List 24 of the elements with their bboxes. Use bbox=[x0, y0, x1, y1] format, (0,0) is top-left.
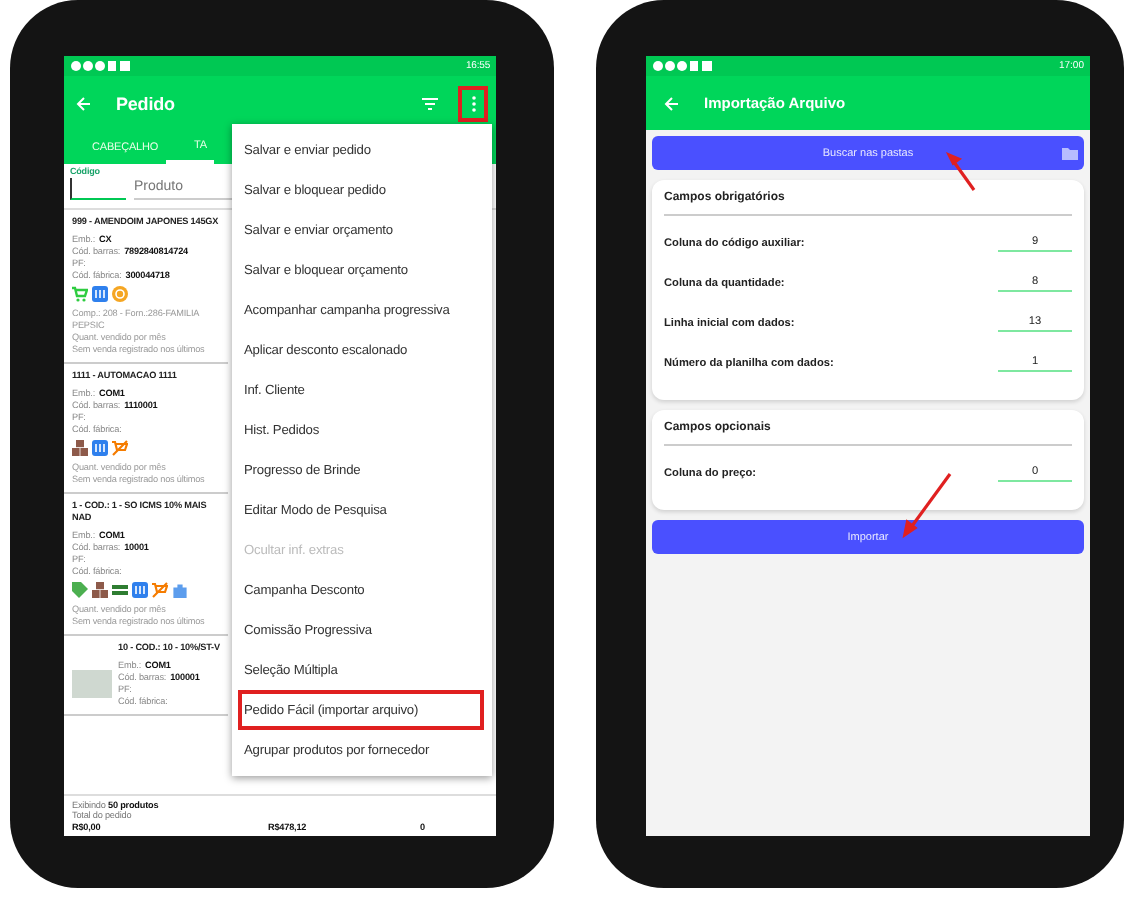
filter-icon[interactable] bbox=[422, 97, 438, 109]
book-icon bbox=[92, 440, 108, 456]
crossed-cart-icon bbox=[112, 440, 128, 456]
arrow-annotation bbox=[945, 152, 976, 191]
notification-icons-drawing bbox=[70, 60, 130, 72]
folder-icon bbox=[1062, 146, 1078, 160]
more-options-button[interactable] bbox=[462, 89, 484, 117]
back-arrow-icon[interactable] bbox=[76, 95, 92, 111]
notification-icons-drawing bbox=[652, 60, 712, 72]
tag-icon bbox=[72, 582, 88, 598]
crossed-cart-icon bbox=[152, 582, 168, 598]
stripes-icon bbox=[112, 582, 128, 598]
screen-title: Pedido bbox=[116, 93, 177, 113]
bag-icon bbox=[172, 582, 188, 598]
boxes-icon bbox=[72, 440, 88, 456]
code-field[interactable] bbox=[70, 178, 126, 200]
photo-placeholder bbox=[72, 670, 112, 698]
back-arrow-icon[interactable] bbox=[664, 95, 680, 111]
cart-icon bbox=[72, 286, 88, 302]
coin-icon bbox=[112, 286, 128, 302]
boxes-icon bbox=[92, 582, 108, 598]
arrow-annotation bbox=[902, 473, 952, 539]
book-icon bbox=[92, 286, 108, 302]
book-icon bbox=[132, 582, 148, 598]
